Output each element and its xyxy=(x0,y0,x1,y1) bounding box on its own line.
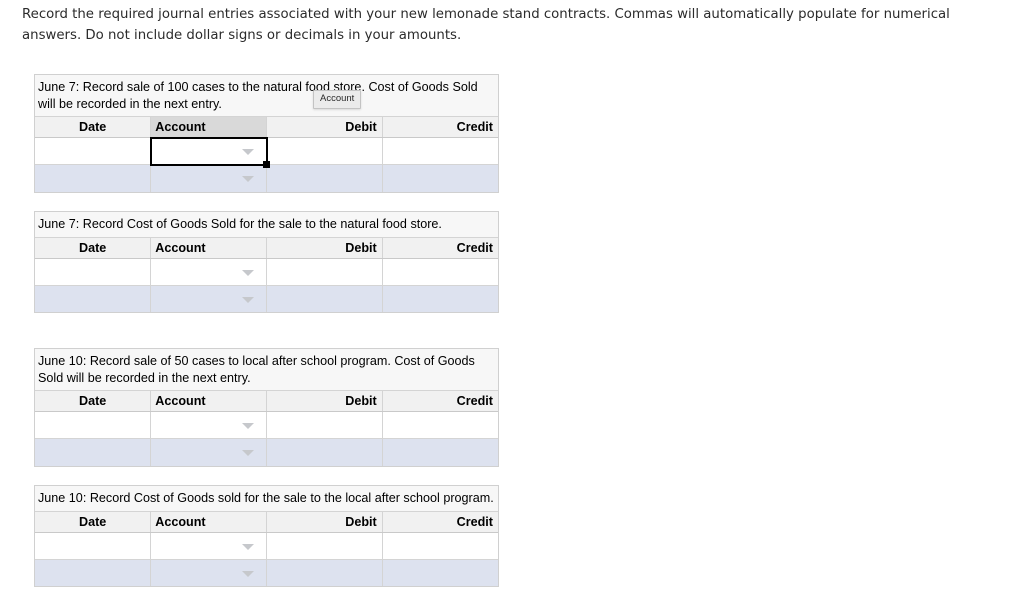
credit-input-cell[interactable] xyxy=(382,559,498,586)
column-header-row: Date Account Debit Credit xyxy=(35,116,498,138)
journal-row xyxy=(35,438,498,466)
journal-caption: June 10: Record sale of 50 cases to loca… xyxy=(35,349,498,391)
credit-input-cell[interactable] xyxy=(382,532,498,560)
debit-input-cell[interactable] xyxy=(266,285,383,312)
column-header-row: Date Account Debit Credit xyxy=(35,237,498,259)
debit-input-cell[interactable] xyxy=(266,137,383,165)
journal-row xyxy=(35,532,498,560)
journal-entry-table-4: June 10: Record Cost of Goods sold for t… xyxy=(34,485,499,587)
column-header-row: Date Account Debit Credit xyxy=(35,390,498,412)
account-tooltip: Account xyxy=(313,90,362,109)
journal-entry-table-2: June 7: Record Cost of Goods Sold for th… xyxy=(34,211,499,313)
chevron-down-icon[interactable] xyxy=(242,296,254,303)
journal-row xyxy=(35,411,498,439)
chevron-down-icon[interactable] xyxy=(242,543,254,550)
debit-input-cell[interactable] xyxy=(266,532,383,560)
column-header-debit: Debit xyxy=(266,511,383,533)
journal-row xyxy=(35,136,498,168)
credit-input-cell[interactable] xyxy=(382,438,498,466)
column-header-date: Date xyxy=(35,237,152,259)
column-header-account: Account xyxy=(150,511,267,533)
column-header-credit: Credit xyxy=(382,237,498,259)
date-input-cell[interactable] xyxy=(35,285,152,312)
chevron-down-icon[interactable] xyxy=(242,176,254,183)
account-select-cell[interactable] xyxy=(150,559,267,586)
chevron-down-icon[interactable] xyxy=(242,269,254,276)
journal-caption: June 7: Record sale of 100 cases to the … xyxy=(35,75,498,117)
caption-row: June 10: Record Cost of Goods sold for t… xyxy=(35,486,498,512)
journal-row xyxy=(35,164,498,192)
account-select-cell[interactable] xyxy=(150,258,267,286)
credit-input-cell[interactable] xyxy=(382,411,498,439)
date-input-cell[interactable] xyxy=(35,532,152,560)
date-input-cell[interactable] xyxy=(35,559,152,586)
chevron-down-icon[interactable] xyxy=(242,423,254,429)
debit-input-cell[interactable] xyxy=(266,164,383,192)
journal-caption: June 10: Record Cost of Goods sold for t… xyxy=(35,486,498,512)
journal-table: June 7: Record sale of 100 cases to the … xyxy=(35,75,498,192)
credit-input-cell[interactable] xyxy=(382,137,498,165)
journal-caption: June 7: Record Cost of Goods Sold for th… xyxy=(35,212,498,238)
date-input-cell[interactable] xyxy=(35,164,152,192)
journal-row xyxy=(35,285,498,312)
column-header-date: Date xyxy=(35,390,152,412)
caption-row: June 10: Record sale of 50 cases to loca… xyxy=(35,349,498,391)
column-header-row: Date Account Debit Credit xyxy=(35,511,498,533)
account-select-cell[interactable] xyxy=(150,438,267,466)
column-header-credit: Credit xyxy=(382,511,498,533)
chevron-down-icon[interactable] xyxy=(242,450,254,457)
column-header-debit: Debit xyxy=(266,390,383,412)
account-select-cell[interactable] xyxy=(150,164,267,192)
debit-input-cell[interactable] xyxy=(266,438,383,466)
column-header-account: Account xyxy=(150,116,267,138)
credit-input-cell[interactable] xyxy=(382,285,498,312)
date-input-cell[interactable] xyxy=(35,438,152,466)
column-header-date: Date xyxy=(35,116,152,138)
column-header-debit: Debit xyxy=(266,116,383,138)
debit-input-cell[interactable] xyxy=(266,258,383,286)
credit-input-cell[interactable] xyxy=(382,258,498,286)
chevron-down-icon[interactable] xyxy=(242,149,254,155)
column-header-account: Account xyxy=(150,390,267,412)
fill-handle[interactable] xyxy=(263,161,270,168)
column-header-date: Date xyxy=(35,511,152,533)
caption-row: June 7: Record sale of 100 cases to the … xyxy=(35,75,498,117)
account-select-cell[interactable] xyxy=(150,532,267,560)
journal-entry-table-3: June 10: Record sale of 50 cases to loca… xyxy=(34,348,499,467)
account-select-cell[interactable] xyxy=(150,285,267,312)
date-input-cell[interactable] xyxy=(35,411,152,439)
account-select-cell[interactable] xyxy=(150,411,267,439)
journal-row xyxy=(35,258,498,286)
date-input-cell[interactable] xyxy=(35,258,152,286)
journal-table: June 10: Record sale of 50 cases to loca… xyxy=(35,349,498,466)
chevron-down-icon[interactable] xyxy=(242,570,254,577)
journal-entry-table-1: June 7: Record sale of 100 cases to the … xyxy=(34,74,499,193)
date-input-cell[interactable] xyxy=(35,137,152,165)
journal-table: June 10: Record Cost of Goods sold for t… xyxy=(35,486,498,586)
caption-row: June 7: Record Cost of Goods Sold for th… xyxy=(35,212,498,238)
column-header-credit: Credit xyxy=(382,116,498,138)
debit-input-cell[interactable] xyxy=(266,411,383,439)
column-header-account: Account xyxy=(150,237,267,259)
journal-row xyxy=(35,559,498,586)
journal-table: June 7: Record Cost of Goods Sold for th… xyxy=(35,212,498,312)
instructions-text: Record the required journal entries asso… xyxy=(22,7,950,43)
credit-input-cell[interactable] xyxy=(382,164,498,192)
account-select-cell[interactable] xyxy=(149,136,270,168)
column-header-debit: Debit xyxy=(266,237,383,259)
column-header-credit: Credit xyxy=(382,390,498,412)
debit-input-cell[interactable] xyxy=(266,559,383,586)
